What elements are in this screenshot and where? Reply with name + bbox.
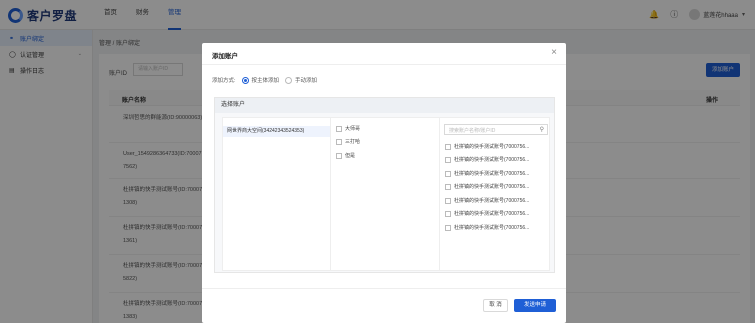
- cancel-button[interactable]: 取 消: [483, 299, 508, 312]
- account-item[interactable]: 杜拼镇的快手测试账号(7000756...: [445, 155, 529, 164]
- account-item[interactable]: 杜拼镇的快手测试账号(7000756...: [445, 196, 529, 205]
- checkbox[interactable]: [445, 170, 451, 177]
- checkbox[interactable]: [445, 224, 451, 231]
- checkbox[interactable]: [445, 156, 451, 163]
- divider: [202, 288, 566, 289]
- account-label: 杜拼镇的快手测试账号(7000756...: [454, 157, 530, 163]
- account-label: 杜拼镇的快手测试账号(7000756...: [454, 225, 530, 231]
- group-item[interactable]: 三打哈: [336, 137, 360, 146]
- account-selector: 选择账户 网世界商大空间(34242343524353) 大师哥 三打哈 但是 …: [214, 97, 555, 273]
- radio-by-subject-label[interactable]: 按主体添加: [252, 76, 280, 84]
- send-request-button[interactable]: 发送申请: [514, 299, 556, 312]
- radio-manual[interactable]: [285, 76, 293, 84]
- account-item[interactable]: 杜拼镇的快手测试账号(7000756...: [445, 209, 529, 218]
- group-item[interactable]: 大师哥: [336, 124, 360, 133]
- account-label: 杜拼镇的快手测试账号(7000756...: [454, 211, 530, 217]
- checkbox[interactable]: [445, 143, 451, 150]
- checkbox[interactable]: [445, 183, 451, 190]
- subject-list: 网世界商大空间(34242343524353): [222, 117, 331, 271]
- group-label: 大师哥: [345, 126, 361, 132]
- subject-item[interactable]: 网世界商大空间(34242343524353): [223, 126, 330, 137]
- group-item[interactable]: 但是: [336, 151, 355, 160]
- add-account-dialog: 添加账户 × 添加方式: 按主体添加 手动添加 选择账户 网世界商大空间(342…: [202, 43, 566, 323]
- radio-manual-label[interactable]: 手动添加: [295, 76, 317, 84]
- checkbox[interactable]: [445, 197, 451, 204]
- divider: [202, 64, 566, 65]
- account-selector-title: 选择账户: [215, 98, 554, 113]
- account-label: 杜拼镇的快手测试账号(7000756...: [454, 171, 530, 177]
- group-list: 大师哥 三打哈 但是: [330, 117, 440, 271]
- checkbox[interactable]: [336, 138, 342, 145]
- account-item[interactable]: 杜拼镇的快手测试账号(7000756...: [445, 182, 529, 191]
- checkbox[interactable]: [336, 125, 342, 132]
- account-label: 杜拼镇的快手测试账号(7000756...: [454, 198, 530, 204]
- account-label: 杜拼镇的快手测试账号(7000756...: [454, 184, 530, 190]
- add-method-label: 添加方式:: [212, 78, 236, 84]
- account-list: 搜索账户名称/账户ID ⚲ 杜拼镇的快手测试账号(7000756... 杜拼镇的…: [439, 117, 550, 271]
- dialog-title: 添加账户: [212, 53, 238, 60]
- checkbox[interactable]: [445, 210, 451, 217]
- account-search-input[interactable]: 搜索账户名称/账户ID ⚲: [444, 124, 548, 135]
- radio-by-subject[interactable]: [241, 76, 249, 84]
- search-placeholder: 搜索账户名称/账户ID: [449, 128, 496, 134]
- account-item[interactable]: 杜拼镇的快手测试账号(7000756...: [445, 142, 529, 151]
- account-item[interactable]: 杜拼镇的快手测试账号(7000756...: [445, 169, 529, 178]
- search-icon[interactable]: ⚲: [540, 126, 544, 133]
- account-item[interactable]: 杜拼镇的快手测试账号(7000756...: [445, 223, 529, 232]
- close-icon[interactable]: ×: [551, 47, 557, 58]
- group-label: 但是: [345, 153, 356, 159]
- account-label: 杜拼镇的快手测试账号(7000756...: [454, 144, 530, 150]
- add-method-radio-group: 添加方式: 按主体添加 手动添加: [212, 76, 317, 84]
- checkbox[interactable]: [336, 152, 342, 159]
- group-label: 三打哈: [345, 139, 361, 145]
